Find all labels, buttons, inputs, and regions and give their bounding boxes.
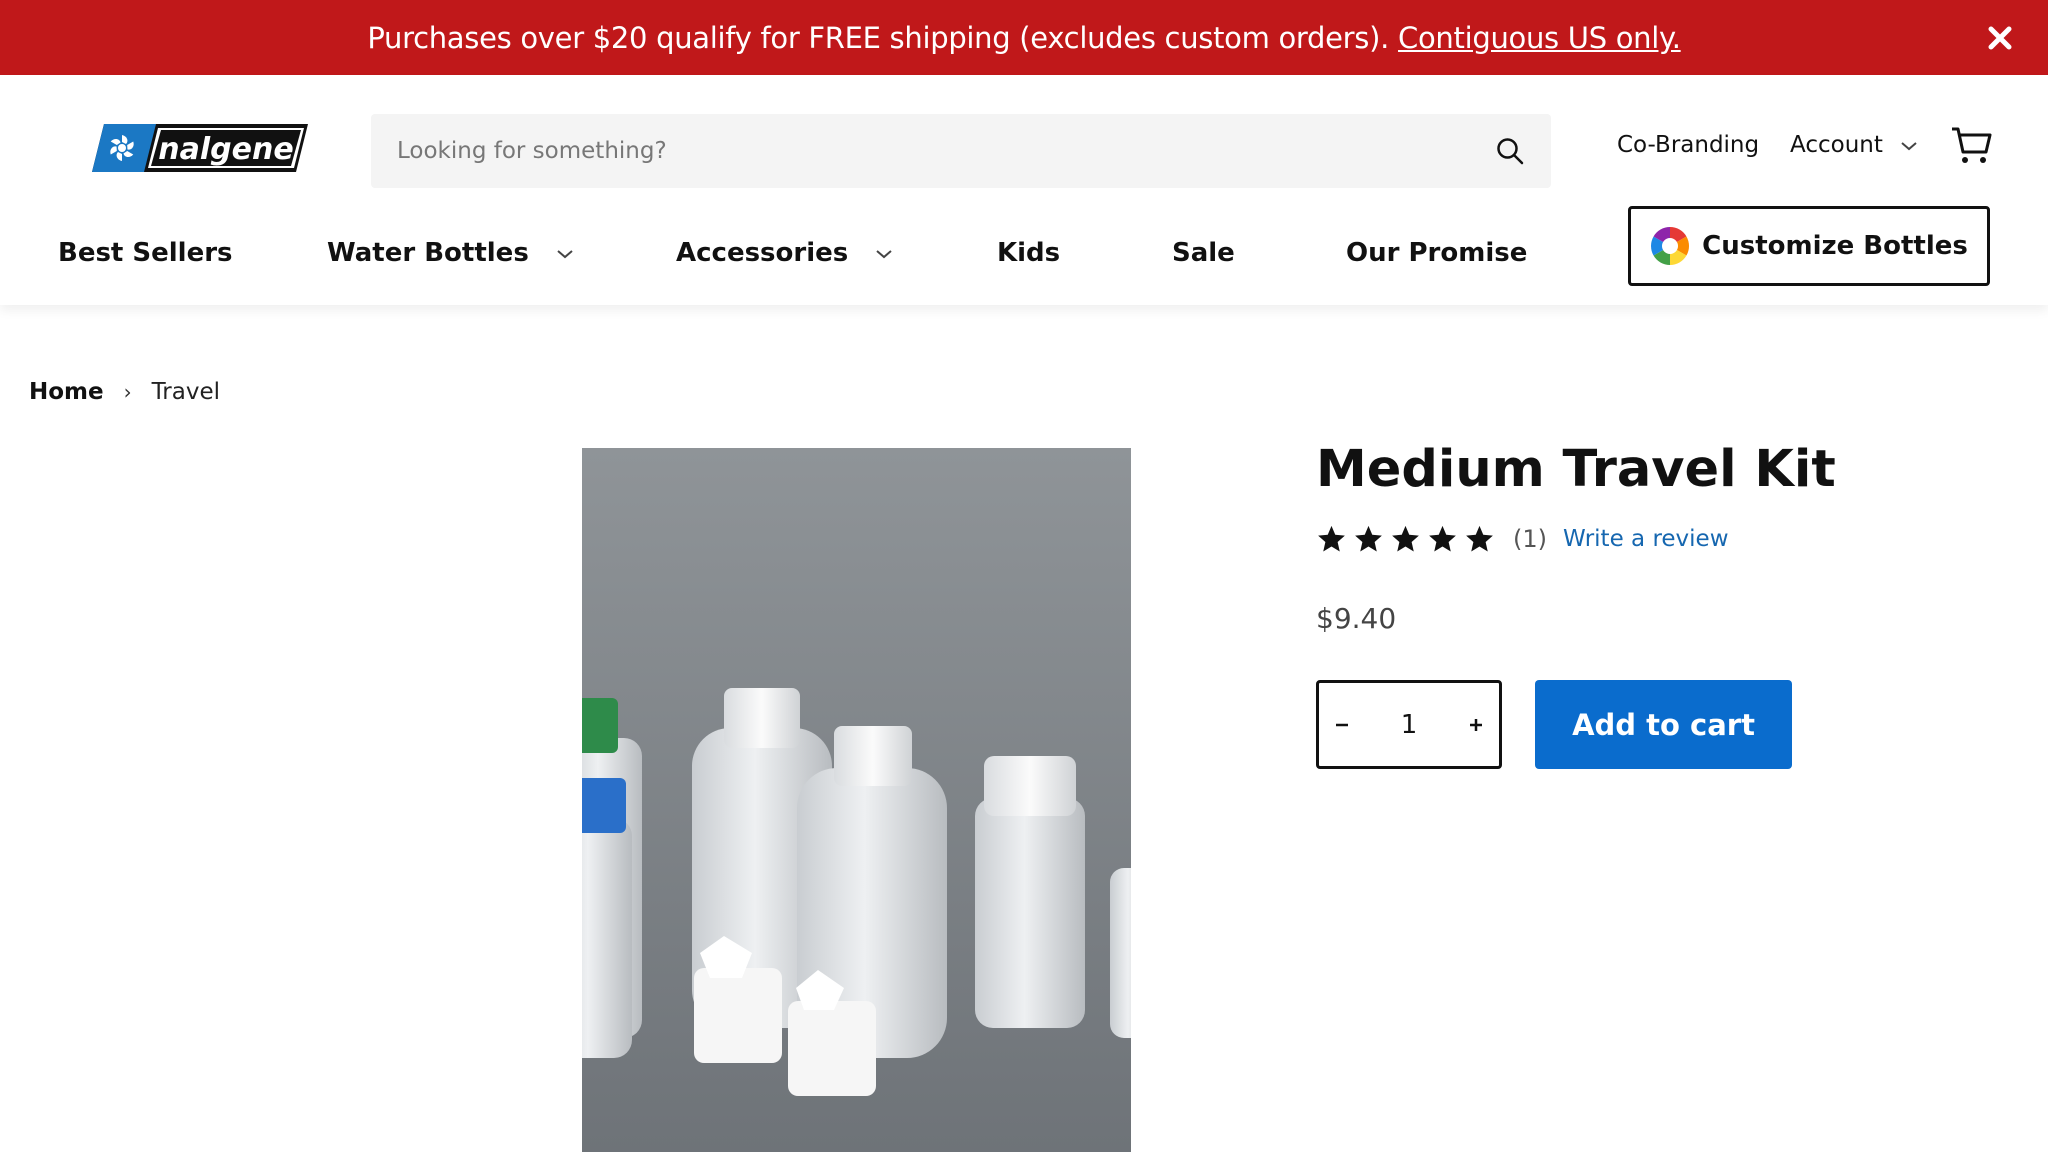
site-header: nalgene Co-Branding Account Best Sellers…: [0, 75, 2048, 305]
breadcrumb: Home › Travel: [29, 379, 220, 405]
announcement-text: Purchases over $20 qualify for FREE ship…: [367, 20, 1390, 55]
quantity-input[interactable]: [1367, 683, 1451, 766]
nav-best-sellers[interactable]: Best Sellers: [58, 238, 233, 268]
star-icon: [1392, 525, 1419, 552]
color-wheel-icon: [1651, 227, 1690, 265]
star-icon: [1355, 525, 1382, 552]
breadcrumb-separator: ›: [123, 380, 132, 404]
breadcrumb-current: Travel: [151, 379, 220, 405]
plus-icon: [1470, 719, 1482, 731]
announcement-bar: Purchases over $20 qualify for FREE ship…: [0, 0, 2048, 75]
product-image[interactable]: [582, 448, 1131, 1152]
nav-accessories[interactable]: Accessories: [676, 238, 893, 268]
nav-sale[interactable]: Sale: [1172, 238, 1235, 268]
star-icon: [1429, 525, 1456, 552]
product-rating: (1) Write a review: [1316, 524, 1729, 554]
increase-quantity-button[interactable]: [1456, 705, 1496, 745]
product-title: Medium Travel Kit: [1316, 440, 1836, 499]
cart-icon[interactable]: [1950, 125, 1992, 167]
nav-water-bottles-label: Water Bottles: [327, 238, 529, 268]
quantity-stepper: [1316, 680, 1502, 769]
chevron-down-icon: [876, 249, 892, 258]
customize-bottles-button[interactable]: Customize Bottles: [1628, 206, 1990, 286]
customize-bottles-label: Customize Bottles: [1702, 231, 1968, 261]
add-to-cart-button[interactable]: Add to cart: [1535, 680, 1792, 769]
search-input[interactable]: [397, 114, 1477, 188]
star-rating: [1316, 524, 1495, 554]
chevron-down-icon: [557, 249, 573, 258]
nav-kids[interactable]: Kids: [997, 238, 1060, 268]
chevron-down-icon: [1901, 141, 1917, 150]
review-count[interactable]: (1): [1513, 525, 1547, 553]
product-price: $9.40: [1316, 602, 1397, 635]
nav-our-promise[interactable]: Our Promise: [1346, 238, 1527, 268]
breadcrumb-home[interactable]: Home: [29, 379, 104, 405]
close-icon[interactable]: [1980, 18, 2020, 58]
write-review-link[interactable]: Write a review: [1563, 526, 1729, 552]
minus-icon: [1336, 723, 1348, 727]
search-icon[interactable]: [1495, 136, 1525, 166]
account-menu[interactable]: Account: [1790, 132, 1918, 158]
nav-water-bottles[interactable]: Water Bottles: [327, 238, 574, 268]
shipping-terms-link[interactable]: Contiguous US only.: [1398, 21, 1681, 55]
co-branding-link[interactable]: Co-Branding: [1617, 132, 1759, 158]
search-bar: [371, 114, 1551, 188]
decrease-quantity-button[interactable]: [1322, 705, 1362, 745]
logo-text: nalgene: [158, 132, 293, 167]
nalgene-logo[interactable]: nalgene: [92, 124, 308, 172]
nav-accessories-label: Accessories: [676, 238, 849, 268]
star-icon: [1318, 525, 1345, 552]
account-label: Account: [1790, 132, 1883, 158]
star-icon: [1466, 525, 1493, 552]
